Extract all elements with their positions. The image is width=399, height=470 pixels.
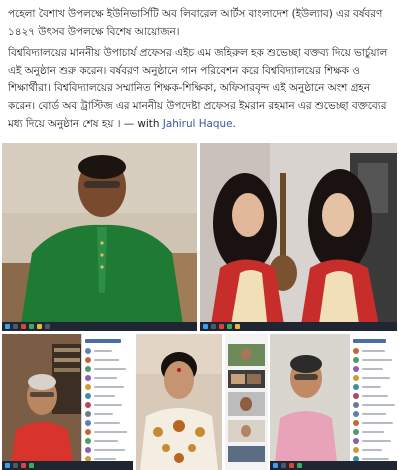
participant-row [350,436,397,445]
participant-name [362,394,388,397]
photo-1-taskbar [2,322,197,331]
participant-name [94,439,118,442]
participant-name [362,412,386,415]
photo-man-green-panjabi[interactable] [2,143,197,331]
participant-avatar [353,401,359,408]
participant-row [82,364,133,373]
post-line-1: পহেলা বৈশাখ উপলক্ষে ইউনিভার্সিটি অব লিবা… [8,8,383,38]
participant-avatar [85,383,91,390]
participant-avatar [353,356,359,363]
participant-name [94,367,126,370]
photo-older-man-red-shirt[interactable] [2,334,133,470]
participant-row [82,436,133,445]
participant-row [82,409,133,418]
participant-avatar [85,446,91,453]
participant-name [94,394,115,397]
post-paragraph-2: বিশ্ববিদ্যালয়ের মাননীয় উপাচার্য প্রফেস… [8,45,392,133]
participant-row [82,373,133,382]
participant-row [82,391,133,400]
participant-avatar [85,419,91,426]
participant-name [94,385,124,388]
facebook-post: পহেলা বৈশাখ উপলক্ষে ইউনিভার্সিটি অব লিবা… [0,0,399,470]
participant-name [94,358,119,361]
participant-avatar [353,374,359,381]
with-separator: — with [120,117,163,130]
participant-row [82,400,133,409]
participant-avatar [353,365,359,372]
photo-man-glasses-video[interactable] [270,334,397,470]
participant-name [94,403,122,406]
participant-avatar [85,356,91,363]
participant-avatar [85,437,91,444]
participant-row [350,364,397,373]
participant-avatar [353,392,359,399]
participant-name [362,439,391,442]
participant-row [82,427,133,436]
participant-row [350,346,397,355]
participant-name [362,421,393,424]
participant-row [82,445,133,454]
participant-avatar [85,374,91,381]
participant-avatar [353,437,359,444]
panel-title-bar [85,339,121,343]
participant-avatar [85,392,91,399]
participant-name [362,430,384,433]
photo-6-taskbar [270,461,397,470]
participant-name [362,349,385,352]
participant-row [350,355,397,364]
participant-avatar [85,410,91,417]
photo-dancer-with-bindi[interactable] [136,334,222,470]
participants-panel-2 [349,334,397,470]
participants-panel [81,334,133,470]
participant-row [350,400,397,409]
participant-name [362,457,389,460]
participant-name [94,349,112,352]
participant-name [94,430,127,433]
participant-avatar [85,347,91,354]
participant-row [350,373,397,382]
participant-row [350,391,397,400]
participant-row [350,445,397,454]
participant-name [362,367,383,370]
participant-row [82,382,133,391]
participant-row [350,418,397,427]
participant-name [362,403,395,406]
participant-row [350,382,397,391]
participant-name [94,376,117,379]
participant-avatar [85,365,91,372]
participant-avatar [353,347,359,354]
participant-avatar [85,401,91,408]
participant-name [362,376,390,379]
photo-two-women-singing[interactable] [200,143,397,331]
participant-name [362,448,382,451]
participant-name [94,412,113,415]
participant-avatar [353,419,359,426]
photo-2-taskbar [200,322,397,331]
photo-dancer-with-bindi-image [136,334,222,470]
participant-row [350,409,397,418]
participant-name [94,448,125,451]
participant-name [362,358,392,361]
participant-row [350,427,397,436]
tagged-suffix: . [232,117,236,130]
panel-title-bar [353,339,386,343]
tagged-person-link[interactable]: Jahirul Haque [163,118,233,130]
photo-gallery-view-call[interactable] [225,334,268,470]
post-text: পহেলা বৈশাখ উপলক্ষে ইউনিভার্সিটি অব লিবা… [8,6,392,133]
photo-two-women-singing-image [200,143,397,331]
participant-avatar [85,428,91,435]
participant-row [82,418,133,427]
participant-name [362,385,381,388]
participant-avatar [353,428,359,435]
participant-name [94,457,116,460]
participant-name [94,421,120,424]
participant-avatar [353,410,359,417]
photo-3-taskbar [2,461,133,470]
participant-avatar [353,383,359,390]
photo-gallery-view-call-image [225,334,268,470]
participant-avatar [353,446,359,453]
photo-man-green-panjabi-image [2,143,197,331]
participant-row [82,346,133,355]
participant-row [82,355,133,364]
